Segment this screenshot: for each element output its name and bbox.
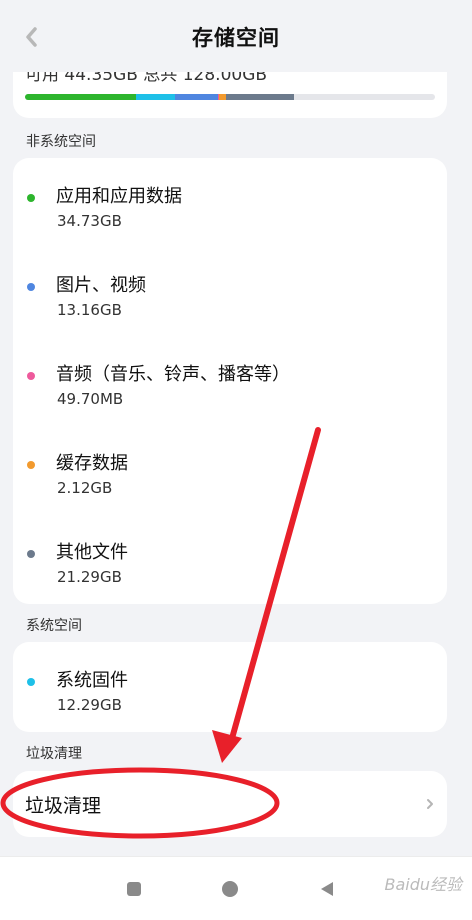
circle-icon — [222, 881, 238, 897]
usage-segment-cache — [219, 94, 227, 100]
item-size: 12.29GB — [57, 696, 122, 714]
square-icon — [127, 882, 141, 896]
item-name: 音频（音乐、铃声、播客等） — [56, 364, 290, 385]
recents-button[interactable] — [120, 875, 148, 903]
home-button[interactable] — [216, 875, 244, 903]
item-name: 图片、视频 — [56, 275, 146, 296]
storage-item-cache[interactable]: 缓存数据 2.12GB — [13, 449, 447, 509]
item-name: 系统固件 — [56, 670, 128, 691]
item-name: 其他文件 — [56, 542, 128, 563]
header-bar: 存储空间 — [0, 0, 472, 72]
other-color-dot — [27, 550, 35, 558]
usage-segment-images — [175, 94, 218, 100]
cache-color-dot — [27, 461, 35, 469]
non-system-section-title: 非系统空间 — [26, 134, 96, 150]
item-size: 2.12GB — [57, 479, 113, 497]
chevron-right-icon — [427, 799, 433, 809]
system-nav-bar: Baidu经验 — [0, 856, 472, 920]
storage-usage-bar — [25, 94, 435, 100]
non-system-card: 应用和应用数据 34.73GB 图片、视频 13.16GB 音频（音乐、铃声、播… — [13, 158, 447, 604]
system-section-title: 系统空间 — [26, 618, 82, 634]
audio-color-dot — [27, 372, 35, 380]
junk-clean-label: 垃圾清理 — [25, 795, 102, 817]
triangle-left-icon — [321, 882, 333, 896]
item-size: 21.29GB — [57, 568, 122, 586]
storage-item-apps[interactable]: 应用和应用数据 34.73GB — [13, 182, 447, 242]
firmware-color-dot — [27, 678, 35, 686]
usage-segment-apps — [25, 94, 137, 100]
apps-color-dot — [27, 194, 35, 202]
usage-segment-other — [226, 94, 295, 100]
storage-item-other[interactable]: 其他文件 21.29GB — [13, 538, 447, 598]
page-title: 存储空间 — [192, 26, 280, 50]
storage-item-audio[interactable]: 音频（音乐、铃声、播客等） 49.70MB — [13, 360, 447, 420]
storage-screen: 存储空间 可用 44.35GB 总共 128.00GB 非系统空间 应用和应用数… — [0, 0, 472, 920]
storage-item-firmware[interactable]: 系统固件 12.29GB — [13, 666, 447, 726]
system-card: 系统固件 12.29GB — [13, 642, 447, 732]
item-size: 34.73GB — [57, 212, 122, 230]
item-name: 缓存数据 — [56, 453, 128, 474]
usage-segment-system — [136, 94, 176, 100]
images-color-dot — [27, 283, 35, 291]
watermark: Baidu经验 — [384, 875, 462, 894]
item-size: 49.70MB — [57, 390, 124, 408]
item-name: 应用和应用数据 — [56, 186, 182, 207]
storage-item-images[interactable]: 图片、视频 13.16GB — [13, 271, 447, 331]
junk-section-title: 垃圾清理 — [26, 746, 82, 762]
item-size: 13.16GB — [57, 301, 122, 319]
junk-clean-button[interactable]: 垃圾清理 — [13, 771, 447, 837]
nav-back-button[interactable] — [314, 875, 342, 903]
